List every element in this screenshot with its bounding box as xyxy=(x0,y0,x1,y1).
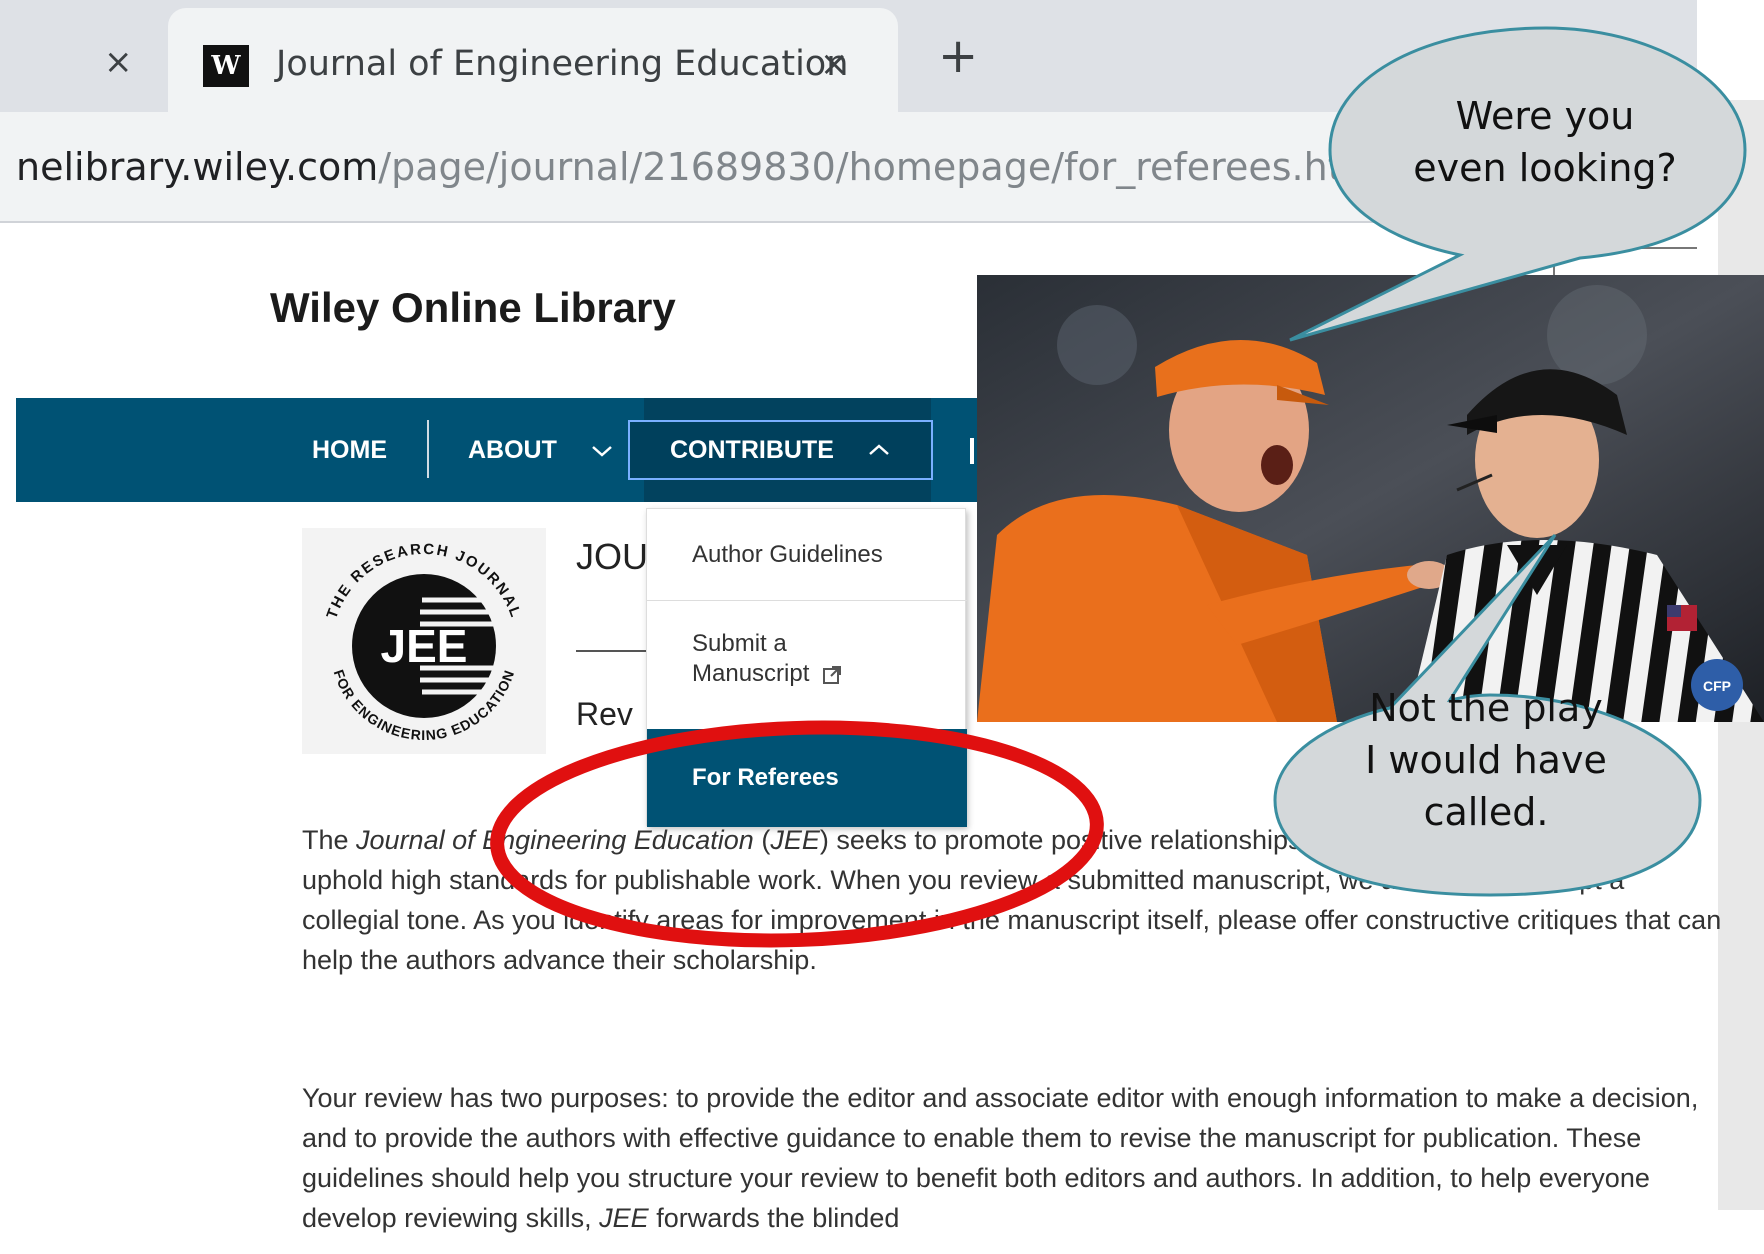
speech-bubble-top-text: Were you even looking? xyxy=(1413,94,1677,190)
speech-bubble-bottom-text: Not the play I would have called. xyxy=(1365,686,1607,834)
